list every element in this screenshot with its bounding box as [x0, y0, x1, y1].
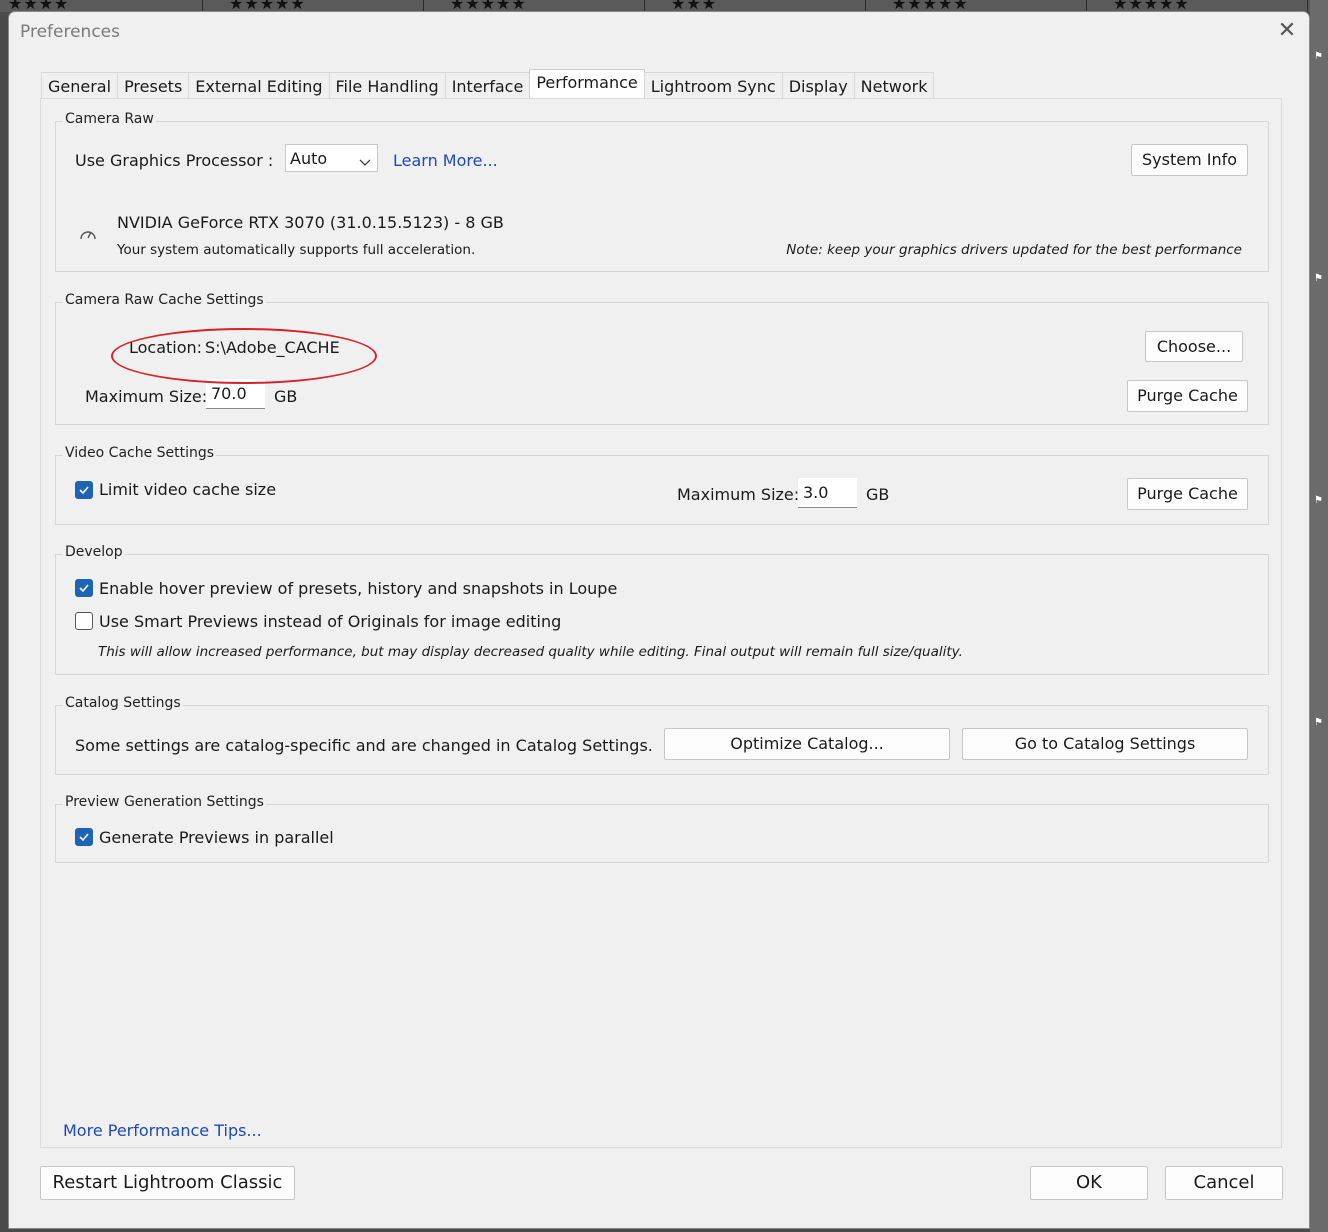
support-text: Your system automatically supports full … — [117, 242, 476, 258]
cancel-button[interactable]: Cancel — [1165, 1166, 1283, 1200]
ok-button[interactable]: OK — [1030, 1166, 1148, 1200]
system-info-button[interactable]: System Info — [1131, 144, 1248, 176]
video-cache-size-unit: GB — [866, 485, 890, 504]
more-performance-tips-link[interactable]: More Performance Tips... — [63, 1121, 262, 1140]
limit-video-cache-label: Limit video cache size — [99, 480, 277, 499]
video-cache-group: Video Cache Settings Limit video cache s… — [55, 445, 1269, 525]
go-to-catalog-settings-button[interactable]: Go to Catalog Settings — [962, 728, 1248, 760]
develop-group: Develop Enable hover preview of presets,… — [55, 544, 1269, 675]
group-label: Develop — [63, 544, 125, 560]
catalog-settings-group: Catalog Settings Some settings are catal… — [55, 695, 1269, 775]
tab-external-editing[interactable]: External Editing — [188, 72, 330, 99]
gpu-label: Use Graphics Processor : — [75, 151, 274, 170]
cache-size-input[interactable]: 70.0 — [206, 379, 265, 409]
tab-general[interactable]: General — [41, 72, 119, 99]
generate-previews-parallel-checkbox[interactable] — [75, 828, 93, 846]
group-label: Video Cache Settings — [63, 445, 217, 461]
camera-raw-group: Camera Raw Use Graphics Processor : Auto… — [55, 111, 1269, 272]
flag-icon: ⚑ — [1314, 51, 1323, 62]
group-label: Catalog Settings — [63, 695, 183, 711]
flag-icon: ⚑ — [1314, 717, 1323, 728]
group-label: Camera Raw — [63, 111, 156, 127]
generate-previews-parallel-label: Generate Previews in parallel — [99, 828, 334, 847]
cache-size-unit: GB — [274, 387, 298, 406]
tab-performance[interactable]: Performance — [529, 69, 645, 99]
restart-lightroom-button[interactable]: Restart Lightroom Classic — [40, 1166, 295, 1200]
purge-cache-button[interactable]: Purge Cache — [1127, 380, 1248, 412]
tab-display[interactable]: Display — [781, 72, 855, 99]
catalog-info-text: Some settings are catalog-specific and a… — [75, 736, 653, 755]
location-value: S:\Adobe_CACHE — [205, 338, 340, 357]
video-max-size-label: Maximum Size: — [677, 485, 800, 504]
choose-button[interactable]: Choose... — [1145, 331, 1243, 362]
tab-bar: General Presets External Editing File Ha… — [41, 69, 935, 99]
tab-lightroom-sync[interactable]: Lightroom Sync — [643, 72, 783, 99]
flag-icon: ⚑ — [1314, 273, 1323, 284]
learn-more-link[interactable]: Learn More... — [393, 151, 498, 170]
hover-preview-label: Enable hover preview of presets, history… — [99, 579, 618, 598]
tab-network[interactable]: Network — [853, 72, 935, 99]
purge-video-cache-button[interactable]: Purge Cache — [1127, 478, 1248, 510]
smart-previews-checkbox[interactable] — [75, 612, 93, 630]
gpu-name: NVIDIA GeForce RTX 3070 (31.0.15.5123) -… — [117, 213, 504, 232]
close-icon[interactable]: ✕ — [1275, 19, 1299, 43]
location-label: Location: — [129, 338, 203, 357]
optimize-catalog-button[interactable]: Optimize Catalog... — [664, 728, 950, 760]
tab-file-handling[interactable]: File Handling — [328, 72, 446, 99]
preferences-dialog: Preferences ✕ General Presets External E… — [8, 11, 1310, 1229]
preview-generation-group: Preview Generation Settings Generate Pre… — [55, 794, 1269, 863]
smart-previews-note: This will allow increased performance, b… — [98, 644, 963, 660]
group-label: Camera Raw Cache Settings — [63, 292, 266, 308]
smart-previews-label: Use Smart Previews instead of Originals … — [99, 612, 562, 631]
hover-preview-checkbox[interactable] — [75, 579, 93, 597]
gauge-icon — [79, 226, 97, 246]
group-label: Preview Generation Settings — [63, 794, 266, 810]
max-size-label: Maximum Size: — [85, 387, 208, 406]
camera-raw-cache-group: Camera Raw Cache Settings Location: S:\A… — [55, 292, 1269, 425]
chevron-down-icon — [359, 151, 371, 178]
window-title: Preferences — [20, 22, 120, 42]
driver-note: Note: keep your graphics drivers updated… — [786, 242, 1242, 258]
gpu-select-value: Auto — [290, 149, 328, 168]
flag-icon: ⚑ — [1314, 495, 1323, 506]
tab-presets[interactable]: Presets — [117, 72, 190, 99]
background-grid-edge — [1310, 0, 1328, 1232]
gpu-select[interactable]: Auto — [285, 144, 378, 172]
video-cache-size-input[interactable]: 3.0 — [798, 478, 857, 508]
tab-interface[interactable]: Interface — [444, 72, 531, 99]
limit-video-cache-checkbox[interactable] — [75, 481, 93, 499]
performance-panel: Camera Raw Use Graphics Processor : Auto… — [40, 98, 1282, 1148]
